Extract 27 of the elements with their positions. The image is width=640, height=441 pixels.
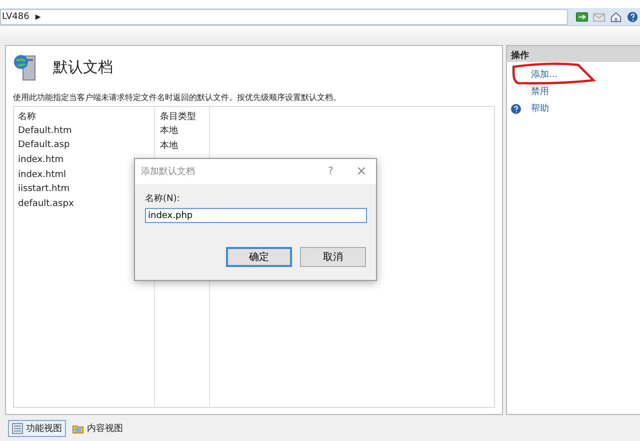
entry-type: 本地 <box>159 140 178 152</box>
view-tab[interactable]: 内容视图 <box>68 420 127 437</box>
action-link[interactable]: 帮助 <box>531 102 549 115</box>
folder-icon <box>72 423 84 434</box>
name-input[interactable]: index.php <box>145 208 367 223</box>
list-view-icon <box>12 423 23 434</box>
help-button[interactable]: ? <box>328 166 356 177</box>
help-icon <box>511 104 521 114</box>
file-name[interactable]: Default.asp <box>14 140 148 150</box>
description-text: 使用此功能指定当客户端未请求特定文件名时返回的默认文件。按优先级顺序设置默认文档。 <box>13 92 342 104</box>
file-name[interactable]: Default.htm <box>14 126 148 136</box>
entry-type: 本地 <box>159 124 178 138</box>
refresh-icon[interactable] <box>576 10 588 22</box>
action-link[interactable]: 禁用 <box>531 85 549 98</box>
column-header[interactable]: 条目类型 <box>148 110 196 123</box>
field-label: 名称(N): <box>145 192 181 205</box>
close-button[interactable]: × <box>356 164 370 179</box>
help-icon[interactable] <box>626 10 638 22</box>
ok-button[interactable]: 确定 <box>226 247 292 267</box>
action-link[interactable]: 添加... <box>531 68 558 81</box>
view-tab[interactable]: 功能视图 <box>8 420 66 437</box>
dialog-title: 添加默认文档 <box>141 166 196 178</box>
page-title: 默认文档 <box>53 58 113 76</box>
home-icon[interactable] <box>610 10 622 22</box>
actions-header: 操作 <box>507 46 640 62</box>
column-header[interactable]: 名称 <box>14 110 148 123</box>
cancel-button[interactable]: 取消 <box>300 247 366 267</box>
